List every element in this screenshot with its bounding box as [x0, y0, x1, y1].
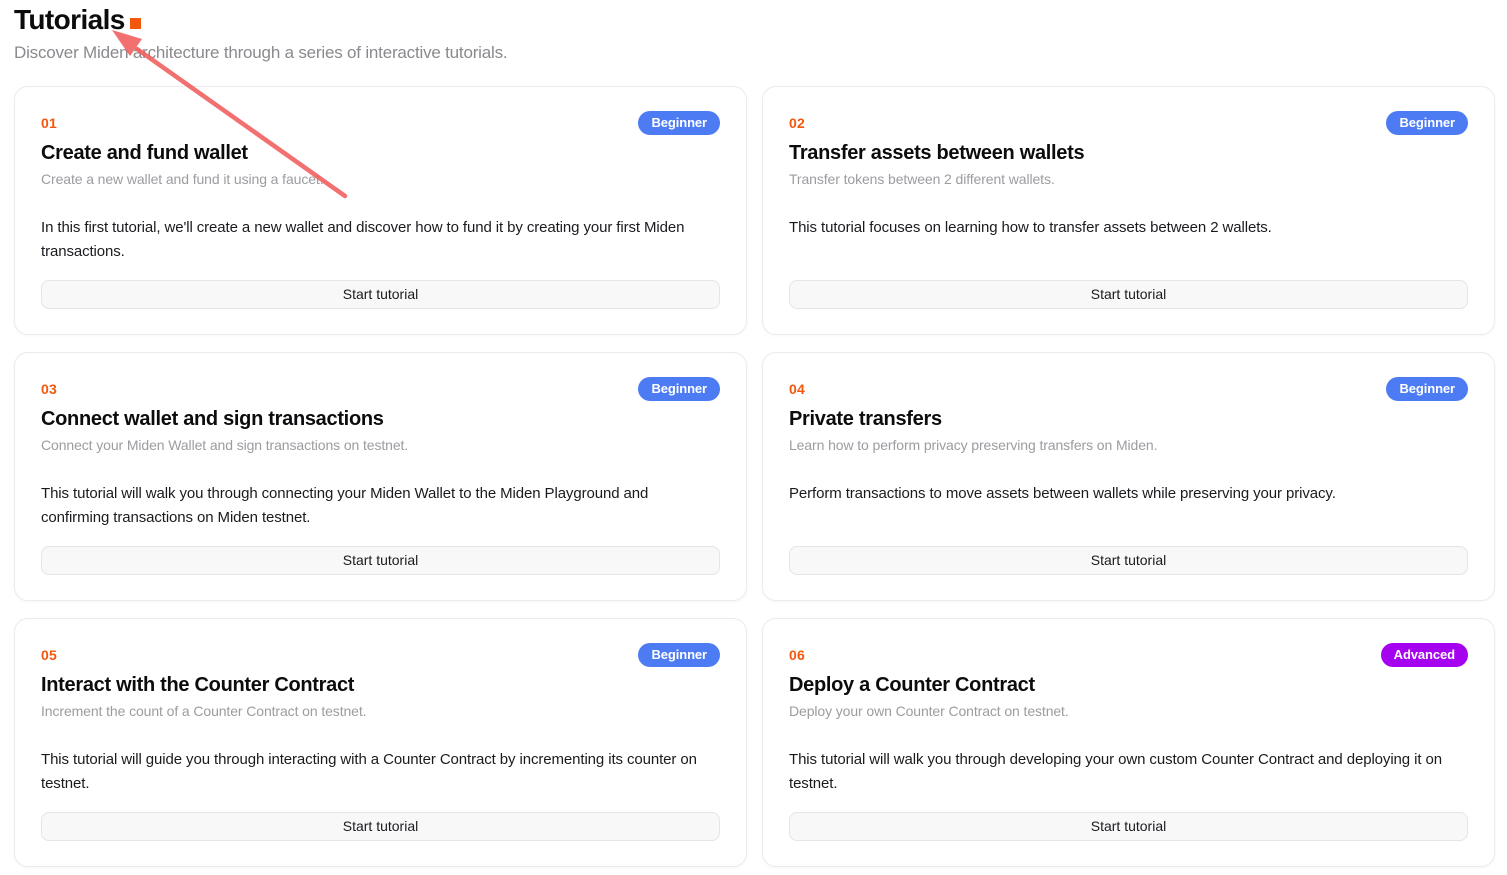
start-tutorial-button[interactable]: Start tutorial — [789, 280, 1468, 309]
tutorial-title: Transfer assets between wallets — [789, 142, 1468, 165]
tutorial-card-05: 05 Beginner Interact with the Counter Co… — [14, 618, 747, 867]
tutorial-subtitle: Connect your Miden Wallet and sign trans… — [41, 437, 720, 453]
tutorial-card-grid: 01 Beginner Create and fund wallet Creat… — [14, 86, 1493, 867]
level-badge-beginner: Beginner — [638, 643, 720, 667]
tutorial-description: This tutorial will guide you through int… — [41, 748, 720, 796]
card-top-row: 03 Beginner — [41, 377, 720, 401]
tutorial-number: 01 — [41, 111, 57, 131]
tutorials-page: Tutorials Discover Miden architecture th… — [0, 0, 1507, 867]
tutorial-description: In this first tutorial, we'll create a n… — [41, 216, 720, 264]
tutorial-description: Perform transactions to move assets betw… — [789, 482, 1468, 506]
level-badge-beginner: Beginner — [1386, 377, 1468, 401]
tutorial-title: Interact with the Counter Contract — [41, 674, 720, 697]
page-subtitle: Discover Miden architecture through a se… — [14, 43, 1493, 63]
tutorial-number: 02 — [789, 111, 805, 131]
level-badge-beginner: Beginner — [1386, 111, 1468, 135]
tutorial-title: Deploy a Counter Contract — [789, 674, 1468, 697]
tutorial-card-06: 06 Advanced Deploy a Counter Contract De… — [762, 618, 1495, 867]
card-top-row: 01 Beginner — [41, 111, 720, 135]
start-tutorial-button[interactable]: Start tutorial — [41, 546, 720, 575]
level-badge-advanced: Advanced — [1381, 643, 1468, 667]
card-top-row: 05 Beginner — [41, 643, 720, 667]
tutorial-title: Private transfers — [789, 408, 1468, 431]
tutorial-card-04: 04 Beginner Private transfers Learn how … — [762, 352, 1495, 601]
title-accent-square — [130, 18, 141, 29]
tutorial-subtitle: Learn how to perform privacy preserving … — [789, 437, 1468, 453]
card-top-row: 06 Advanced — [789, 643, 1468, 667]
tutorial-number: 06 — [789, 643, 805, 663]
page-title: Tutorials — [14, 5, 125, 36]
tutorial-title: Connect wallet and sign transactions — [41, 408, 720, 431]
start-tutorial-button[interactable]: Start tutorial — [789, 812, 1468, 841]
tutorial-subtitle: Create a new wallet and fund it using a … — [41, 171, 720, 187]
tutorial-subtitle: Deploy your own Counter Contract on test… — [789, 703, 1468, 719]
start-tutorial-button[interactable]: Start tutorial — [41, 280, 720, 309]
level-badge-beginner: Beginner — [638, 377, 720, 401]
tutorial-card-02: 02 Beginner Transfer assets between wall… — [762, 86, 1495, 335]
level-badge-beginner: Beginner — [638, 111, 720, 135]
tutorial-description: This tutorial will walk you through deve… — [789, 748, 1468, 796]
tutorial-card-01: 01 Beginner Create and fund wallet Creat… — [14, 86, 747, 335]
tutorial-description: This tutorial will walk you through conn… — [41, 482, 720, 530]
start-tutorial-button[interactable]: Start tutorial — [789, 546, 1468, 575]
card-top-row: 04 Beginner — [789, 377, 1468, 401]
tutorial-number: 03 — [41, 377, 57, 397]
tutorial-subtitle: Transfer tokens between 2 different wall… — [789, 171, 1468, 187]
tutorial-subtitle: Increment the count of a Counter Contrac… — [41, 703, 720, 719]
tutorial-title: Create and fund wallet — [41, 142, 720, 165]
card-top-row: 02 Beginner — [789, 111, 1468, 135]
tutorial-number: 04 — [789, 377, 805, 397]
page-header: Tutorials Discover Miden architecture th… — [14, 2, 1493, 63]
tutorial-card-03: 03 Beginner Connect wallet and sign tran… — [14, 352, 747, 601]
tutorial-number: 05 — [41, 643, 57, 663]
start-tutorial-button[interactable]: Start tutorial — [41, 812, 720, 841]
tutorial-description: This tutorial focuses on learning how to… — [789, 216, 1468, 240]
